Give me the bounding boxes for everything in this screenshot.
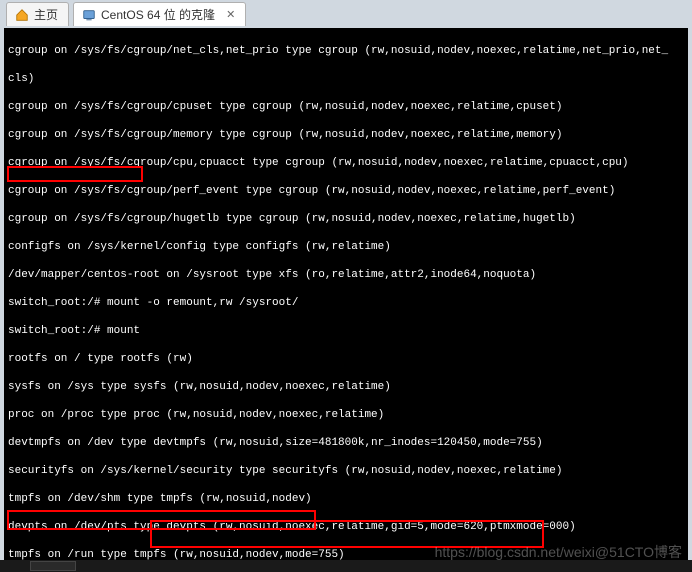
home-icon	[15, 8, 29, 22]
terminal-line: configfs on /sys/kernel/config type conf…	[8, 240, 684, 254]
terminal-line: devpts on /dev/pts type devpts (rw,nosui…	[8, 520, 684, 534]
tab-label: 主页	[34, 6, 58, 23]
close-icon[interactable]: ✕	[226, 8, 235, 21]
terminal-line: devtmpfs on /dev type devtmpfs (rw,nosui…	[8, 436, 684, 450]
taskbar	[0, 560, 692, 572]
taskbar-thumbnail[interactable]	[30, 561, 76, 571]
vm-icon	[82, 8, 96, 22]
terminal-line: cgroup on /sys/fs/cgroup/cpu,cpuacct typ…	[8, 156, 684, 170]
terminal-line: securityfs on /sys/kernel/security type …	[8, 464, 684, 478]
terminal-line: sysfs on /sys type sysfs (rw,nosuid,node…	[8, 380, 684, 394]
tab-vm-clone[interactable]: CentOS 64 位 的克隆 ✕	[73, 2, 246, 26]
terminal-line: cgroup on /sys/fs/cgroup/perf_event type…	[8, 184, 684, 198]
tab-bar: 主页 CentOS 64 位 的克隆 ✕	[0, 0, 692, 28]
terminal-line: cgroup on /sys/fs/cgroup/net_cls,net_pri…	[8, 44, 684, 58]
tab-label: CentOS 64 位 的克隆	[101, 6, 215, 23]
terminal-line: cgroup on /sys/fs/cgroup/hugetlb type cg…	[8, 212, 684, 226]
terminal-line: rootfs on / type rootfs (rw)	[8, 352, 684, 366]
terminal-line: /dev/mapper/centos-root on /sysroot type…	[8, 268, 684, 282]
terminal-line: cls)	[8, 72, 684, 86]
terminal-line: switch_root:/# mount	[8, 324, 684, 338]
tab-home[interactable]: 主页	[6, 2, 69, 26]
terminal-line: cgroup on /sys/fs/cgroup/cpuset type cgr…	[8, 100, 684, 114]
terminal-line: tmpfs on /dev/shm type tmpfs (rw,nosuid,…	[8, 492, 684, 506]
terminal[interactable]: cgroup on /sys/fs/cgroup/net_cls,net_pri…	[4, 28, 688, 560]
terminal-line: cgroup on /sys/fs/cgroup/memory type cgr…	[8, 128, 684, 142]
terminal-line: proc on /proc type proc (rw,nosuid,nodev…	[8, 408, 684, 422]
terminal-line: switch_root:/# mount -o remount,rw /sysr…	[8, 296, 684, 310]
watermark-text: https://blog.csdn.net/weixi@51CTO博客	[435, 542, 682, 562]
